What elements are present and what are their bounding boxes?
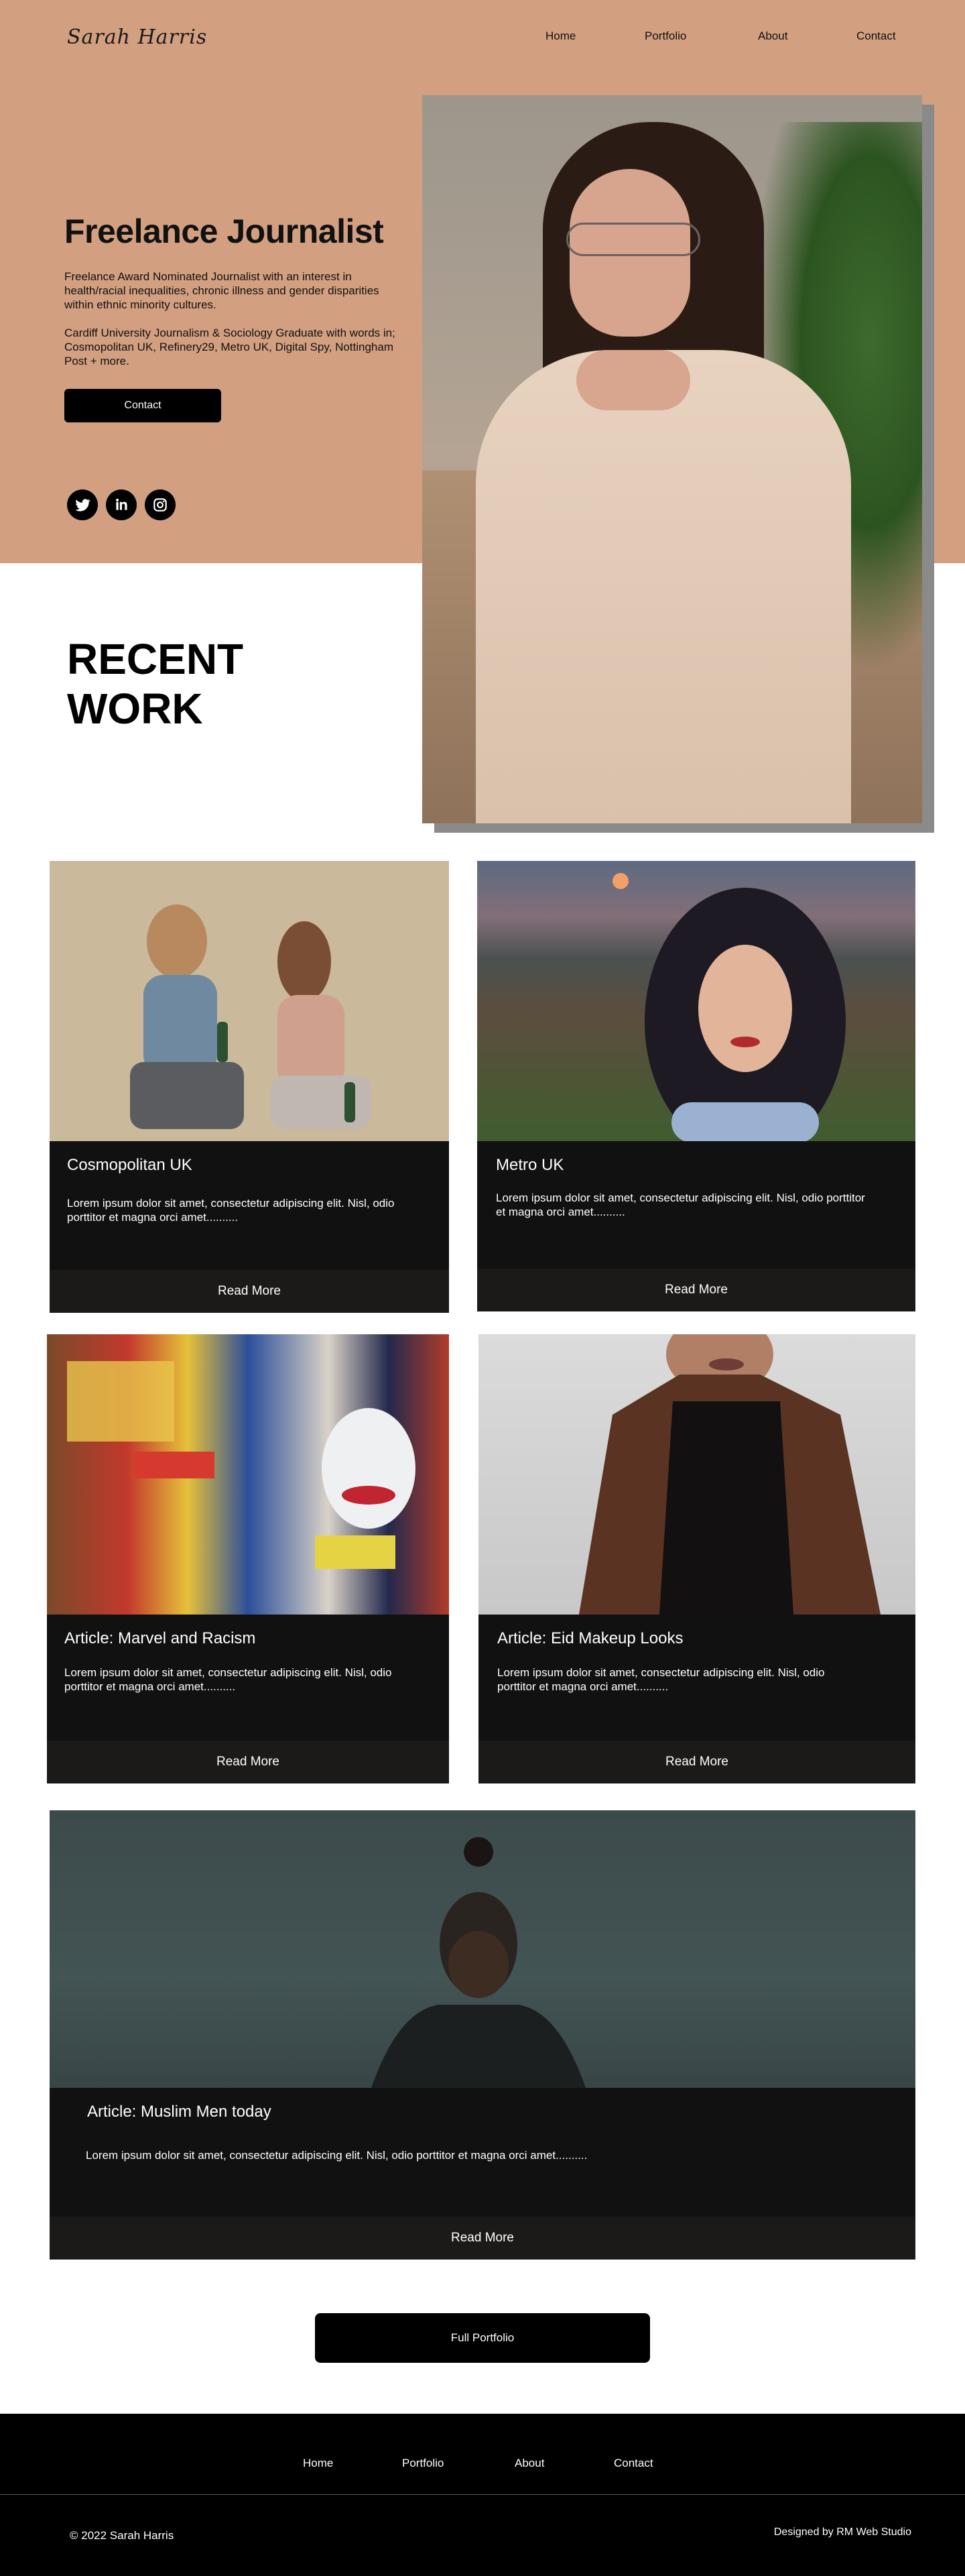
hero-title: Freelance Journalist xyxy=(64,213,384,250)
card-title: Article: Muslim Men today xyxy=(87,2103,271,2121)
footer-nav-contact[interactable]: Contact xyxy=(614,2457,653,2470)
work-card-muslim-men[interactable]: Article: Muslim Men today Lorem ipsum do… xyxy=(50,1810,915,2260)
card-image xyxy=(50,861,449,1141)
instagram-icon[interactable] xyxy=(145,489,176,520)
site-logo[interactable]: Sarah Harris xyxy=(67,25,207,49)
read-more-button[interactable]: Read More xyxy=(50,1270,449,1313)
card-description: Lorem ipsum dolor sit amet, consectetur … xyxy=(67,1197,395,1224)
twitter-icon[interactable] xyxy=(67,489,98,520)
card-image xyxy=(50,1810,915,2088)
card-description: Lorem ipsum dolor sit amet, consectetur … xyxy=(64,1666,392,1693)
footer: Home Portfolio About Contact © 2022 Sara… xyxy=(0,2414,965,2576)
footer-copyright: © 2022 Sarah Harris xyxy=(70,2529,174,2542)
linkedin-icon[interactable] xyxy=(106,489,137,520)
footer-nav-home[interactable]: Home xyxy=(303,2457,333,2470)
recent-work-line2: WORK xyxy=(67,685,203,733)
footer-divider xyxy=(0,2494,965,2495)
work-card-eid-makeup[interactable]: Article: Eid Makeup Looks Lorem ipsum do… xyxy=(478,1334,915,1783)
read-more-button[interactable]: Read More xyxy=(477,1269,915,1311)
recent-work-heading: RECENT WORK xyxy=(67,634,243,734)
portrait-photo xyxy=(422,95,922,823)
card-title: Cosmopolitan UK xyxy=(67,1156,192,1174)
card-description: Lorem ipsum dolor sit amet, consectetur … xyxy=(86,2149,588,2162)
read-more-button[interactable]: Read More xyxy=(47,1741,449,1783)
card-title: Article: Marvel and Racism xyxy=(64,1629,256,1647)
card-image xyxy=(477,861,915,1156)
hero-credentials: Cardiff University Journalism & Sociolog… xyxy=(64,327,395,367)
full-portfolio-button[interactable]: Full Portfolio xyxy=(315,2313,650,2363)
recent-work-line1: RECENT xyxy=(67,635,244,683)
card-description: Lorem ipsum dolor sit amet, consectetur … xyxy=(497,1666,825,1693)
nav-home[interactable]: Home xyxy=(545,30,576,43)
card-title: Metro UK xyxy=(496,1156,564,1174)
footer-credit[interactable]: Designed by RM Web Studio xyxy=(774,2526,911,2538)
nav-about[interactable]: About xyxy=(758,30,787,43)
hero-intro: Freelance Award Nominated Journalist wit… xyxy=(64,270,379,311)
work-card-metro[interactable]: Metro UK Lorem ipsum dolor sit amet, con… xyxy=(477,861,915,1311)
nav-contact[interactable]: Contact xyxy=(856,30,896,43)
read-more-button[interactable]: Read More xyxy=(478,1741,915,1783)
footer-nav-portfolio[interactable]: Portfolio xyxy=(402,2457,444,2470)
card-image xyxy=(478,1334,915,1615)
nav-portfolio[interactable]: Portfolio xyxy=(645,30,686,43)
read-more-button[interactable]: Read More xyxy=(50,2217,915,2260)
card-title: Article: Eid Makeup Looks xyxy=(497,1629,684,1647)
contact-button[interactable]: Contact xyxy=(64,389,221,422)
work-card-cosmopolitan[interactable]: Cosmopolitan UK Lorem ipsum dolor sit am… xyxy=(50,861,449,1313)
card-image xyxy=(47,1334,449,1615)
footer-nav-about[interactable]: About xyxy=(515,2457,544,2470)
page: Sarah Harris Home Portfolio About Contac… xyxy=(0,0,965,2576)
card-description: Lorem ipsum dolor sit amet, consectetur … xyxy=(496,1191,865,1218)
work-card-marvel[interactable]: Article: Marvel and Racism Lorem ipsum d… xyxy=(47,1334,449,1783)
